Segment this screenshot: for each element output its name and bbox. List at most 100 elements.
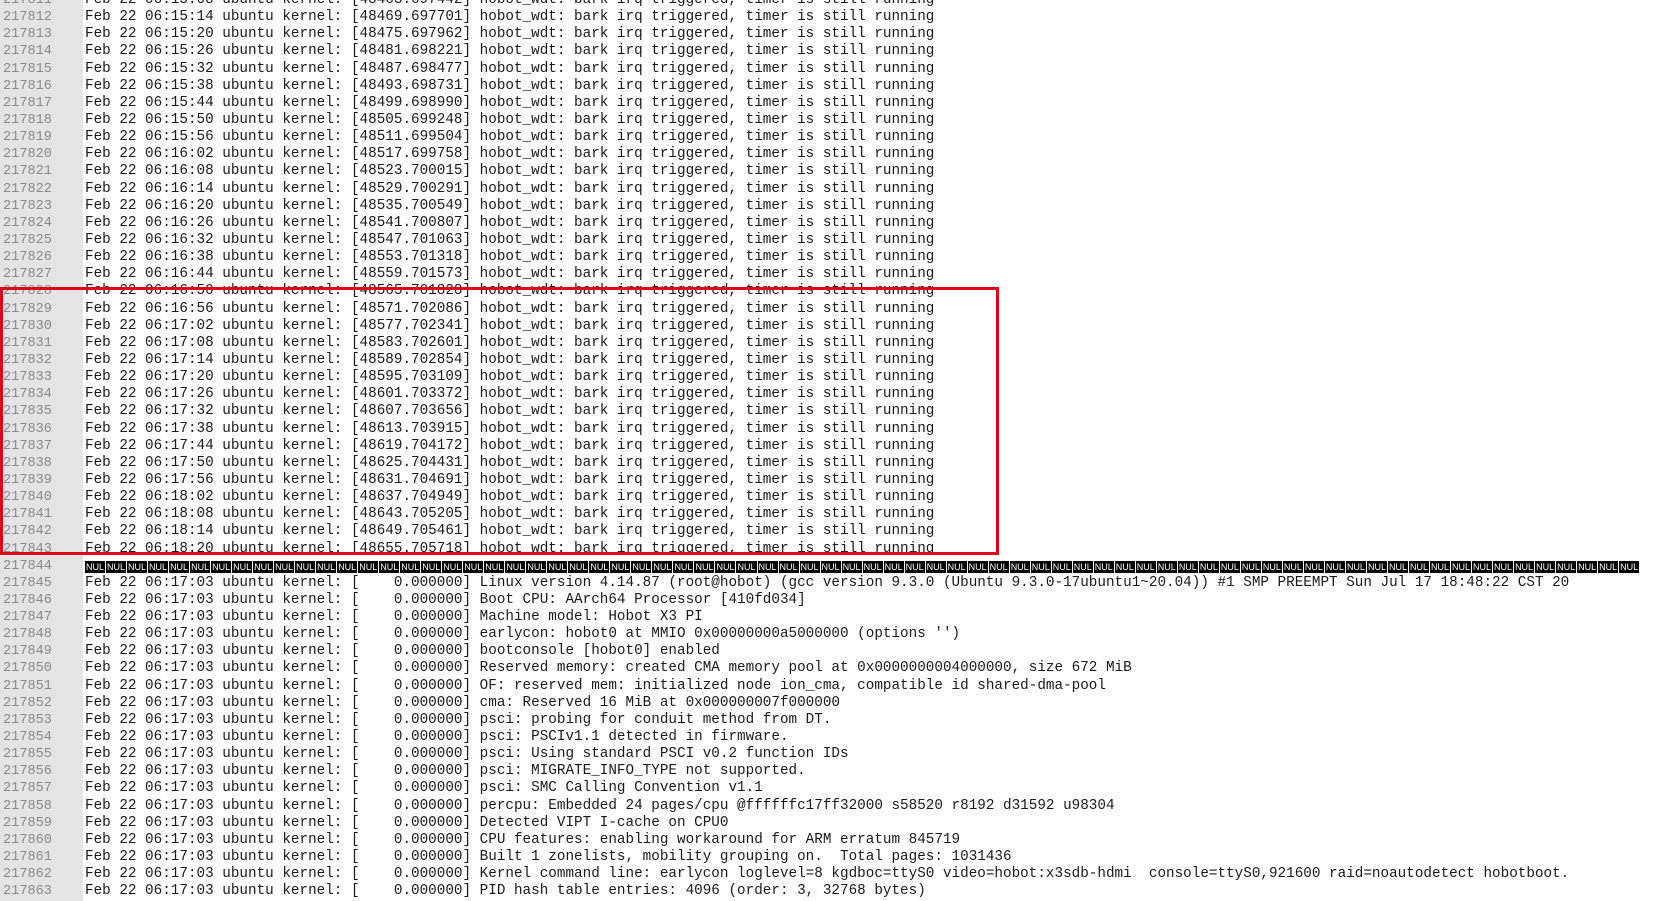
line-text: Feb 22 06:17:03 ubuntu kernel: [ 0.00000…: [85, 626, 961, 643]
log-line[interactable]: 217825 Feb 22 06:16:32 ubuntu kernel: [48…: [0, 232, 1664, 249]
log-line[interactable]: 217836 Feb 22 06:17:38 ubuntu kernel: [48…: [0, 421, 1664, 438]
line-number: 217858: [3, 798, 52, 814]
log-line[interactable]: 217862 Feb 22 06:17:03 ubuntu kernel: [ 0…: [0, 866, 1664, 883]
log-line[interactable]: 217816 Feb 22 06:15:38 ubuntu kernel: [48…: [0, 78, 1664, 95]
log-line[interactable]: 217822 Feb 22 06:16:14 ubuntu kernel: [48…: [0, 181, 1664, 198]
log-line[interactable]: 217855 Feb 22 06:17:03 ubuntu kernel: [ 0…: [0, 746, 1664, 763]
line-number: 217811: [3, 0, 52, 8]
line-number: 217860: [3, 832, 52, 848]
line-text: Feb 22 06:17:08 ubuntu kernel: [48583.70…: [85, 334, 935, 351]
line-text: Feb 22 06:16:08 ubuntu kernel: [48523.70…: [85, 163, 935, 180]
log-line[interactable]: 217839 Feb 22 06:17:56 ubuntu kernel: [48…: [0, 472, 1664, 489]
line-text: Feb 22 06:17:03 ubuntu kernel: [ 0.00000…: [85, 883, 926, 900]
log-line[interactable]: 217827 Feb 22 06:16:44 ubuntu kernel: [48…: [0, 266, 1664, 283]
log-line[interactable]: 217851 Feb 22 06:17:03 ubuntu kernel: [ 0…: [0, 678, 1664, 695]
log-line[interactable]: 217832 Feb 22 06:17:14 ubuntu kernel: [48…: [0, 352, 1664, 369]
nul-char: NUL: [904, 560, 925, 573]
log-line[interactable]: 217821 Feb 22 06:16:08 ubuntu kernel: [48…: [0, 163, 1664, 180]
nul-char: NUL: [1219, 560, 1240, 573]
log-lines[interactable]: 217811 Feb 22 06:15:08 ubuntu kernel: [48…: [0, 0, 1664, 900]
log-line[interactable]: 217848 Feb 22 06:17:03 ubuntu kernel: [ 0…: [0, 626, 1664, 643]
nul-char: NUL: [1261, 560, 1282, 573]
nul-char: NUL: [253, 560, 274, 573]
log-line[interactable]: 217834 Feb 22 06:17:26 ubuntu kernel: [48…: [0, 386, 1664, 403]
nul-char: NUL: [211, 560, 232, 573]
log-line[interactable]: 217817 Feb 22 06:15:44 ubuntu kernel: [48…: [0, 95, 1664, 112]
nul-char: NUL: [589, 560, 610, 573]
log-line[interactable]: 217854 Feb 22 06:17:03 ubuntu kernel: [ 0…: [0, 729, 1664, 746]
log-line[interactable]: 217819 Feb 22 06:15:56 ubuntu kernel: [48…: [0, 129, 1664, 146]
line-number: 217826: [3, 250, 52, 266]
line-number: 217822: [3, 181, 52, 197]
log-line[interactable]: 217850 Feb 22 06:17:03 ubuntu kernel: [ 0…: [0, 660, 1664, 677]
log-line[interactable]: 217831 Feb 22 06:17:08 ubuntu kernel: [48…: [0, 335, 1664, 352]
log-line[interactable]: 217824 Feb 22 06:16:26 ubuntu kernel: [48…: [0, 215, 1664, 232]
line-text: Feb 22 06:17:32 ubuntu kernel: [48607.70…: [85, 403, 935, 420]
nul-char: NUL: [421, 560, 442, 573]
nul-char: NUL: [547, 560, 568, 573]
line-number: 217828: [3, 284, 52, 300]
line-text: Feb 22 06:16:20 ubuntu kernel: [48535.70…: [85, 197, 935, 214]
log-line[interactable]: 217829 Feb 22 06:16:56 ubuntu kernel: [48…: [0, 301, 1664, 318]
line-text: Feb 22 06:15:08 ubuntu kernel: [48463.69…: [85, 0, 935, 8]
log-line[interactable]: 217833 Feb 22 06:17:20 ubuntu kernel: [48…: [0, 369, 1664, 386]
line-number: 217847: [3, 610, 52, 626]
log-line[interactable]: 217823 Feb 22 06:16:20 ubuntu kernel: [48…: [0, 198, 1664, 215]
log-line[interactable]: 217847 Feb 22 06:17:03 ubuntu kernel: [ 0…: [0, 609, 1664, 626]
log-line[interactable]: 217813 Feb 22 06:15:20 ubuntu kernel: [48…: [0, 26, 1664, 43]
nul-char: NUL: [1556, 560, 1577, 573]
log-line[interactable]: 217857 Feb 22 06:17:03 ubuntu kernel: [ 0…: [0, 780, 1664, 797]
log-line[interactable]: 217820 Feb 22 06:16:02 ubuntu kernel: [48…: [0, 146, 1664, 163]
nul-char: NUL: [106, 560, 127, 573]
line-text: Feb 22 06:17:03 ubuntu kernel: [ 0.00000…: [85, 694, 840, 711]
line-text: Feb 22 06:15:56 ubuntu kernel: [48511.69…: [85, 129, 935, 146]
log-line[interactable]: 217837 Feb 22 06:17:44 ubuntu kernel: [48…: [0, 438, 1664, 455]
log-line[interactable]: 217841 Feb 22 06:18:08 ubuntu kernel: [48…: [0, 506, 1664, 523]
log-line[interactable]: 217859 Feb 22 06:17:03 ubuntu kernel: [ 0…: [0, 815, 1664, 832]
line-number: 217819: [3, 130, 52, 146]
nul-char: NUL: [1198, 560, 1219, 573]
log-line[interactable]: 217844 NUL NUL NUL NUL NUL NUL NUL NUL NUL NUL NUL N…: [0, 558, 1664, 575]
log-line[interactable]: 217863 Feb 22 06:17:03 ubuntu kernel: [ 0…: [0, 883, 1664, 900]
log-line[interactable]: 217811 Feb 22 06:15:08 ubuntu kernel: [48…: [0, 0, 1664, 9]
line-number: 217838: [3, 455, 52, 471]
log-line[interactable]: 217812 Feb 22 06:15:14 ubuntu kernel: [48…: [0, 9, 1664, 26]
log-line[interactable]: 217853 Feb 22 06:17:03 ubuntu kernel: [ 0…: [0, 712, 1664, 729]
log-line[interactable]: 217842 Feb 22 06:18:14 ubuntu kernel: [48…: [0, 523, 1664, 540]
log-line[interactable]: 217815 Feb 22 06:15:32 ubuntu kernel: [48…: [0, 61, 1664, 78]
log-line[interactable]: 217814 Feb 22 06:15:26 ubuntu kernel: [48…: [0, 43, 1664, 60]
log-line[interactable]: 217828 Feb 22 06:16:50 ubuntu kernel: [48…: [0, 283, 1664, 300]
log-line[interactable]: 217856 Feb 22 06:17:03 ubuntu kernel: [ 0…: [0, 763, 1664, 780]
log-line[interactable]: 217826 Feb 22 06:16:38 ubuntu kernel: [48…: [0, 249, 1664, 266]
log-line[interactable]: 217818 Feb 22 06:15:50 ubuntu kernel: [48…: [0, 112, 1664, 129]
nul-char: NUL: [1093, 560, 1114, 573]
text-editor[interactable]: 217811 Feb 22 06:15:08 ubuntu kernel: [48…: [0, 0, 1664, 901]
line-number: 217840: [3, 490, 52, 506]
log-line[interactable]: 217861 Feb 22 06:17:03 ubuntu kernel: [ 0…: [0, 849, 1664, 866]
log-line[interactable]: 217830 Feb 22 06:17:02 ubuntu kernel: [48…: [0, 318, 1664, 335]
nul-char: NUL: [1408, 560, 1429, 573]
log-line[interactable]: 217860 Feb 22 06:17:03 ubuntu kernel: [ 0…: [0, 832, 1664, 849]
log-line[interactable]: 217852 Feb 22 06:17:03 ubuntu kernel: [ 0…: [0, 695, 1664, 712]
nul-char: NUL: [148, 560, 169, 573]
log-line[interactable]: 217858 Feb 22 06:17:03 ubuntu kernel: [ 0…: [0, 798, 1664, 815]
nul-char: NUL: [1345, 560, 1366, 573]
log-line[interactable]: 217840 Feb 22 06:18:02 ubuntu kernel: [48…: [0, 489, 1664, 506]
log-line[interactable]: 217846 Feb 22 06:17:03 ubuntu kernel: [ 0…: [0, 592, 1664, 609]
line-number: 217815: [3, 61, 52, 77]
line-text: Feb 22 06:18:08 ubuntu kernel: [48643.70…: [85, 506, 935, 523]
log-line[interactable]: 217843 Feb 22 06:18:20 ubuntu kernel: [48…: [0, 541, 1664, 558]
log-line[interactable]: 217849 Feb 22 06:17:03 ubuntu kernel: [ 0…: [0, 643, 1664, 660]
line-text: Feb 22 06:16:38 ubuntu kernel: [48553.70…: [85, 249, 935, 266]
log-line[interactable]: 217845 Feb 22 06:17:03 ubuntu kernel: [ 0…: [0, 575, 1664, 592]
log-line[interactable]: 217838 Feb 22 06:17:50 ubuntu kernel: [48…: [0, 455, 1664, 472]
line-number: 217824: [3, 215, 52, 231]
line-number: 217834: [3, 387, 52, 403]
line-text: Feb 22 06:17:02 ubuntu kernel: [48577.70…: [85, 317, 935, 334]
line-text: Feb 22 06:15:50 ubuntu kernel: [48505.69…: [85, 111, 935, 128]
line-text: Feb 22 06:15:20 ubuntu kernel: [48475.69…: [85, 26, 935, 43]
nul-char: NUL: [862, 560, 883, 573]
log-line[interactable]: 217835 Feb 22 06:17:32 ubuntu kernel: [48…: [0, 403, 1664, 420]
line-text: Feb 22 06:17:03 ubuntu kernel: [ 0.00000…: [85, 866, 1570, 883]
nul-char: NUL: [1493, 560, 1514, 573]
